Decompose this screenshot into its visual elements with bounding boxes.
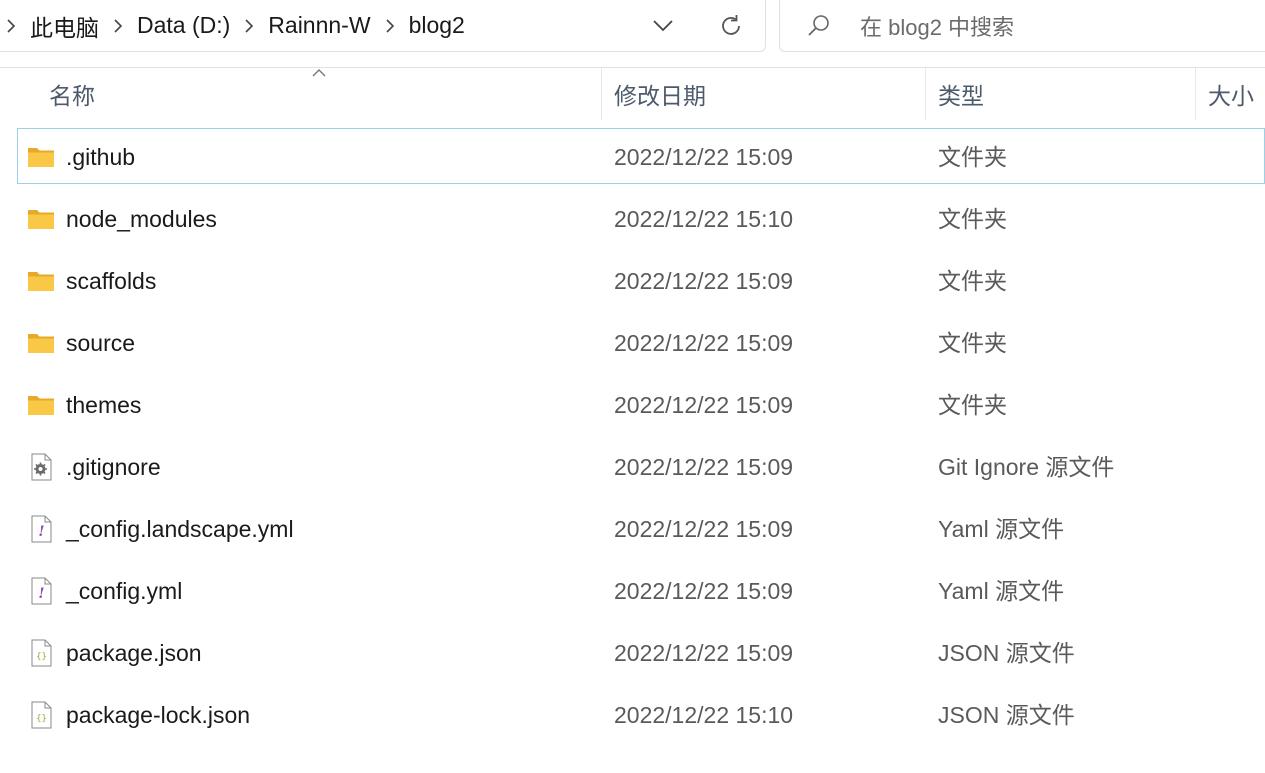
file-row[interactable]: ! _config.landscape.yml 2022/12/22 15:09 Y… (17, 500, 1265, 556)
file-type: 文件夹 (938, 392, 1007, 418)
file-row[interactable]: source 2022/12/22 15:09 文件夹 (17, 314, 1265, 370)
file-type: Git Ignore 源文件 (938, 454, 1115, 480)
breadcrumb-this-pc[interactable]: 此电脑 (22, 9, 107, 43)
breadcrumb-current[interactable]: blog2 (401, 12, 473, 39)
file-type: Yaml 源文件 (938, 516, 1065, 542)
folder-icon (27, 205, 55, 233)
refresh-icon (722, 15, 740, 35)
file-modified-date: 2022/12/22 15:09 (614, 640, 794, 666)
chevron-right-icon[interactable] (379, 18, 401, 34)
file-name[interactable]: scaffolds (66, 253, 156, 309)
file-row[interactable]: scaffolds 2022/12/22 15:09 文件夹 (17, 252, 1265, 308)
file-name[interactable]: package-lock.json (66, 687, 250, 743)
column-header: 名称 修改日期 类型 大小 (0, 68, 1265, 120)
file-row[interactable]: themes 2022/12/22 15:09 文件夹 (17, 376, 1265, 432)
json-file-icon: {} (27, 701, 55, 729)
breadcrumb-drive[interactable]: Data (D:) (129, 12, 238, 39)
column-header-date[interactable]: 修改日期 (601, 68, 924, 120)
file-name[interactable]: package.json (66, 625, 202, 681)
svg-text:{}: {} (36, 714, 47, 724)
chevron-down-icon (653, 20, 673, 32)
file-row[interactable]: .gitignore 2022/12/22 15:09 Git Ignore 源文件 (17, 438, 1265, 494)
column-header-size[interactable]: 大小 (1195, 68, 1265, 120)
breadcrumb-folder[interactable]: Rainnn-W (260, 12, 378, 39)
file-modified-date: 2022/12/22 15:09 (614, 516, 794, 542)
folder-icon (27, 391, 55, 419)
file-row[interactable]: ! _config.yml 2022/12/22 15:09 Yaml 源文件 (17, 562, 1265, 618)
file-name[interactable]: .gitignore (66, 439, 161, 495)
file-name[interactable]: .github (66, 129, 135, 185)
refresh-button[interactable] (697, 6, 765, 46)
file-modified-date: 2022/12/22 15:09 (614, 144, 794, 170)
chevron-right-icon[interactable] (238, 18, 260, 34)
search-placeholder: 在 blog2 中搜索 (860, 14, 1015, 40)
column-header-name[interactable]: 名称 (37, 68, 600, 120)
file-row[interactable]: {} package-lock.json 2022/12/22 15:10 JSON… (17, 686, 1265, 742)
svg-text:{}: {} (36, 652, 47, 662)
file-modified-date: 2022/12/22 15:09 (614, 330, 794, 356)
file-type: 文件夹 (938, 330, 1007, 356)
chevron-right-icon[interactable] (0, 18, 22, 34)
file-name[interactable]: themes (66, 377, 141, 433)
svg-text:!: ! (38, 524, 44, 540)
settings-file-icon (27, 453, 55, 481)
file-row[interactable]: {} package.json 2022/12/22 15:09 JSON 源文件 (17, 624, 1265, 680)
address-history-dropdown[interactable] (629, 6, 697, 46)
chevron-right-icon[interactable] (107, 18, 129, 34)
top-bar: 此电脑 Data (D:) Rainnn-W blog2 在 blog2 中搜索 (0, 0, 1265, 68)
file-row[interactable]: node_modules 2022/12/22 15:10 文件夹 (17, 190, 1265, 246)
file-name[interactable]: _config.landscape.yml (66, 501, 294, 557)
file-type: Yaml 源文件 (938, 578, 1065, 604)
file-modified-date: 2022/12/22 15:09 (614, 392, 794, 418)
file-name[interactable]: _config.yml (66, 563, 182, 619)
svg-text:!: ! (38, 586, 44, 602)
search-icon (796, 6, 842, 46)
file-row[interactable]: .github 2022/12/22 15:09 文件夹 (17, 128, 1265, 184)
yaml-file-icon: ! (27, 577, 55, 605)
file-name[interactable]: source (66, 315, 135, 371)
file-modified-date: 2022/12/22 15:09 (614, 578, 794, 604)
column-header-type[interactable]: 类型 (925, 68, 1195, 120)
address-bar[interactable]: 此电脑 Data (D:) Rainnn-W blog2 (0, 0, 766, 52)
folder-icon (27, 267, 55, 295)
file-type: 文件夹 (938, 268, 1007, 294)
yaml-file-icon: ! (27, 515, 55, 543)
file-modified-date: 2022/12/22 15:09 (614, 268, 794, 294)
file-name[interactable]: node_modules (66, 191, 217, 247)
file-type: 文件夹 (938, 144, 1007, 170)
file-modified-date: 2022/12/22 15:10 (614, 206, 794, 232)
file-modified-date: 2022/12/22 15:10 (614, 702, 794, 728)
file-type: JSON 源文件 (938, 640, 1075, 666)
search-input[interactable]: 在 blog2 中搜索 (779, 0, 1265, 52)
file-type: 文件夹 (938, 206, 1007, 232)
folder-icon (27, 143, 55, 171)
file-modified-date: 2022/12/22 15:09 (614, 454, 794, 480)
json-file-icon: {} (27, 639, 55, 667)
folder-icon (27, 329, 55, 357)
file-type: JSON 源文件 (938, 702, 1075, 728)
